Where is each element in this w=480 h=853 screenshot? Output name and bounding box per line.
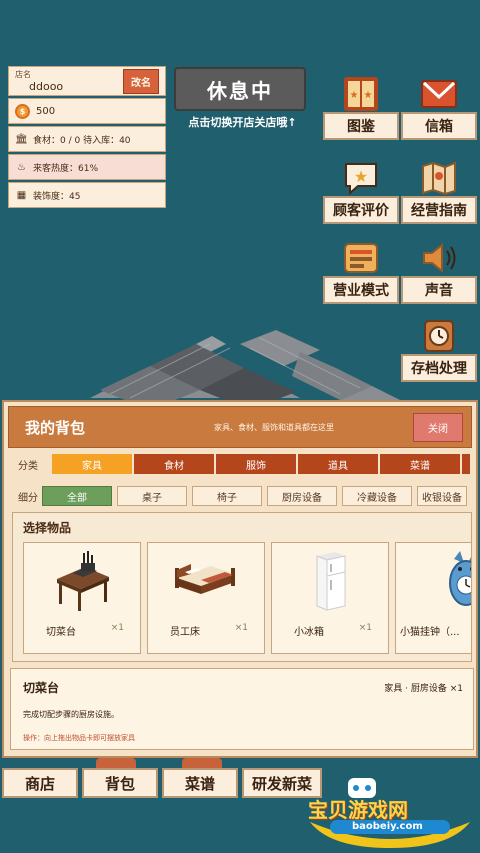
business-mode-label: 营业模式 (323, 276, 399, 304)
save-management-label: 存档处理 (401, 354, 477, 382)
backpack-header: 我的背包 家具、食材、服饰和道具都在这里 关闭 (8, 406, 472, 448)
rename-button[interactable]: 改名 (123, 68, 159, 94)
item-selection-box: 选择物品 切菜台 ×1 员工床 ×1 小冰箱 ×1 小猫挂钟（... (12, 512, 472, 662)
detail-item-name: 切菜台 (23, 681, 60, 695)
shop-status-toggle[interactable]: 休息中 (174, 67, 306, 111)
mail-icon (419, 76, 459, 112)
item-card-cat-clock[interactable]: 小猫挂钟（... (395, 542, 471, 654)
subtab-fridge[interactable]: 冷藏设备 (342, 486, 412, 506)
coin-icon: $ (15, 103, 30, 119)
item-card-small-fridge[interactable]: 小冰箱 ×1 (271, 542, 389, 654)
decoration-icon: ▦ (16, 189, 27, 201)
close-button[interactable]: 关闭 (413, 412, 463, 442)
ingredients-row: 🏛 食材：0 / 0 待入库：40 (8, 126, 166, 152)
reviews-label: 顾客评价 (323, 196, 399, 224)
reviews-button[interactable]: ★ 顾客评价 (323, 160, 399, 224)
backpack-subtitle: 家具、食材、服饰和道具都在这里 (214, 422, 334, 432)
category-label: 分类 (18, 460, 38, 472)
tab-furniture[interactable]: 家具 (52, 454, 132, 474)
coin-count: 500 (36, 105, 56, 117)
svg-text:★: ★ (350, 90, 359, 101)
encyclopedia-button[interactable]: ★ ★ 图鉴 (323, 76, 399, 140)
tab-props[interactable]: 道具 (298, 454, 378, 474)
item-name: 小冰箱 (294, 627, 324, 638)
backpack-button[interactable]: 背包 (82, 768, 158, 798)
popularity-icon: ♨ (17, 161, 26, 173)
decoration-text: 装饰度：45 (33, 191, 81, 202)
guide-label: 经营指南 (401, 196, 477, 224)
svg-text:★: ★ (354, 167, 368, 186)
item-name: 切菜台 (46, 627, 76, 638)
subtab-kitchen[interactable]: 厨房设备 (267, 486, 337, 506)
detail-item-description: 完成切配步骤的厨房设施。 (23, 710, 119, 719)
shop-button[interactable]: 商店 (2, 768, 78, 798)
book-icon: ★ ★ (341, 76, 381, 112)
ingredients-text: 食材：0 / 0 待入库：40 (33, 135, 131, 146)
subcategory-row: 细分 全部 桌子 椅子 厨房设备 冷藏设备 收银设备 (8, 484, 472, 508)
detail-operation-hint: 操作：向上拖出物品卡即可摆放家具 (23, 734, 135, 742)
select-item-title: 选择物品 (23, 521, 72, 535)
recipes-button[interactable]: 菜谱 (162, 768, 238, 798)
mailbox-button[interactable]: 信箱 (401, 76, 477, 140)
chopping-table-image (24, 543, 140, 619)
site-watermark: 宝贝游戏网 baobeiy.com (300, 778, 475, 848)
tab-overflow[interactable] (462, 454, 470, 474)
business-mode-button[interactable]: 营业模式 (323, 240, 399, 304)
svg-text:★: ★ (364, 90, 373, 101)
decoration-row: ▦ 装饰度：45 (8, 182, 166, 208)
guide-button[interactable]: 经营指南 (401, 160, 477, 224)
item-name: 员工床 (170, 627, 200, 638)
subtab-cashier[interactable]: 收银设备 (417, 486, 467, 506)
item-detail-panel: 切菜台 家具 · 厨房设备 ×1 完成切配步骤的厨房设施。 操作：向上拖出物品卡… (10, 668, 474, 750)
storehouse-icon: 🏛 (15, 133, 28, 145)
popularity-row: ♨ 来客热度：61% (8, 154, 166, 180)
category-row: 分类 家具 食材 服饰 道具 菜谱 (8, 452, 472, 476)
mailbox-label: 信箱 (401, 112, 477, 140)
star-review-icon: ★ (341, 160, 381, 196)
item-card-chopping-table[interactable]: 切菜台 ×1 (23, 542, 141, 654)
watermark-url: baobeiy.com (352, 821, 423, 832)
shop-info-panel: 店名 ddooo 改名 $ 500 🏛 食材：0 / 0 待入库：40 ♨ 来客… (8, 66, 166, 210)
subtab-chairs[interactable]: 椅子 (192, 486, 262, 506)
speaker-icon (419, 240, 459, 276)
tab-ingredients[interactable]: 食材 (134, 454, 214, 474)
sound-button[interactable]: 声音 (401, 240, 477, 304)
subtab-all[interactable]: 全部 (42, 486, 112, 506)
item-count: ×1 (234, 623, 248, 633)
status-hint: 点击切换开店关店哦↑ (188, 116, 297, 129)
cat-clock-image (396, 543, 471, 619)
coins-row: $ 500 (8, 98, 166, 124)
small-fridge-image (272, 543, 388, 619)
item-list: 切菜台 ×1 员工床 ×1 小冰箱 ×1 小猫挂钟（... (13, 542, 471, 654)
encyclopedia-label: 图鉴 (323, 112, 399, 140)
subtab-tables[interactable]: 桌子 (117, 486, 187, 506)
detail-item-category: 家具 · 厨房设备 ×1 (384, 684, 463, 694)
shop-name-row: 店名 ddooo 改名 (8, 66, 166, 96)
item-count: ×1 (358, 623, 372, 633)
item-name: 小猫挂钟（... (400, 627, 460, 638)
shop-name-label: 店名 (15, 70, 31, 79)
shop-name-value: ddooo (29, 80, 64, 93)
save-management-button[interactable]: 存档处理 (401, 318, 477, 382)
backpack-title: 我的背包 (25, 418, 86, 437)
tab-recipes[interactable]: 菜谱 (380, 454, 460, 474)
sound-label: 声音 (401, 276, 477, 304)
item-card-staff-bed[interactable]: 员工床 ×1 (147, 542, 265, 654)
staff-bed-image (148, 543, 264, 619)
subcategory-label: 细分 (18, 492, 38, 504)
watermark-title: 宝贝游戏网 (308, 798, 408, 822)
mode-icon (341, 240, 381, 276)
item-count: ×1 (110, 623, 124, 633)
tab-clothing[interactable]: 服饰 (216, 454, 296, 474)
save-clock-icon (419, 318, 459, 354)
backpack-panel: 我的背包 家具、食材、服饰和道具都在这里 关闭 分类 家具 食材 服饰 道具 菜… (2, 400, 478, 758)
popularity-text: 来客热度：61% (33, 163, 99, 174)
map-guide-icon (419, 160, 459, 196)
